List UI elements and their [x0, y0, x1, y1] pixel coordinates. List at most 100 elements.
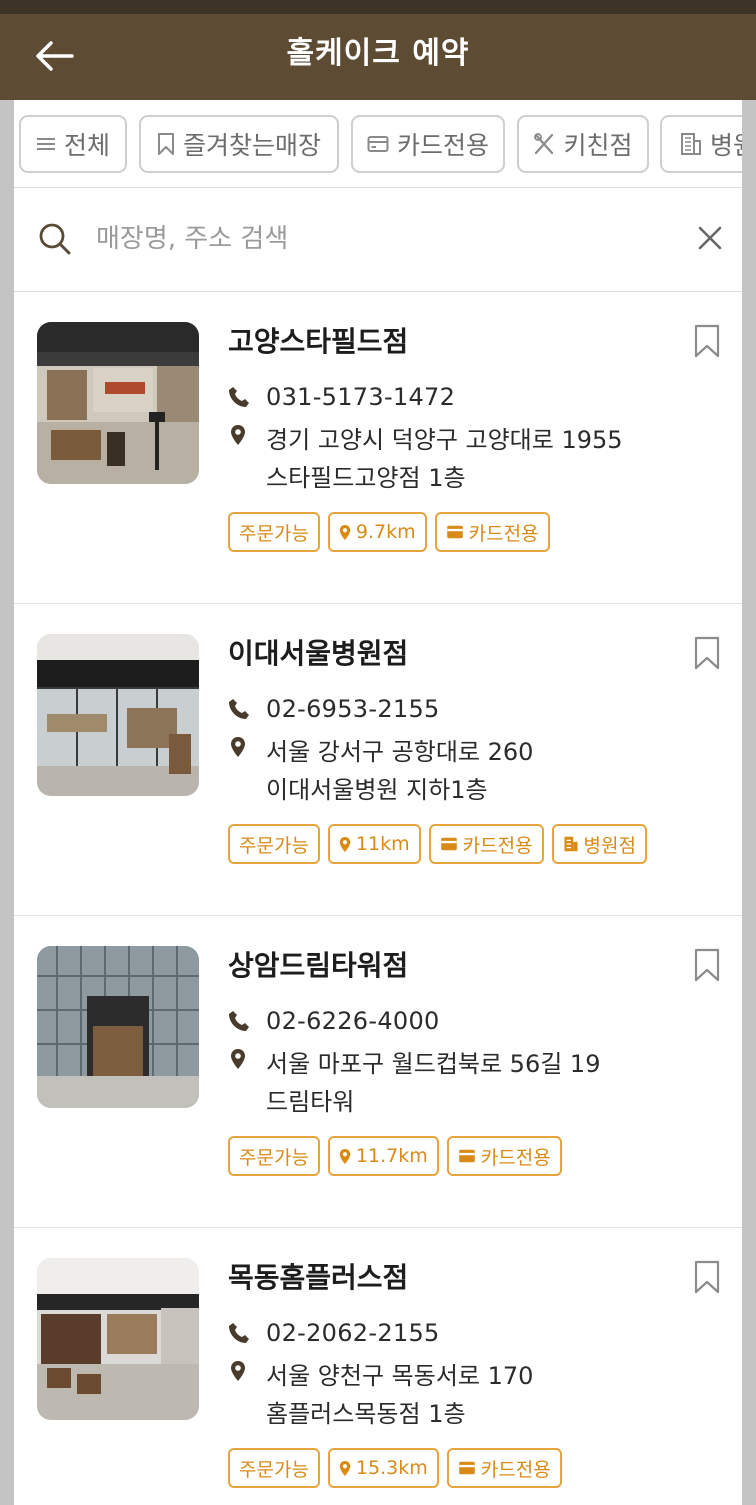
search-input[interactable] — [96, 214, 656, 264]
clear-icon[interactable] — [698, 226, 722, 250]
filter-chip-kitchen[interactable]: 키친점 — [517, 115, 649, 173]
card-icon — [458, 1461, 475, 1475]
store-name: 고양스타필드점 — [228, 325, 409, 358]
screen: 홀케이크 예약 전체 즐겨찾는매장 카드전용 키친점 병 매장명, 주소 검색 … — [0, 0, 756, 1505]
location-pin-icon — [231, 737, 245, 757]
store-address-line1: 서울 강서구 공항대로 260 — [266, 738, 534, 766]
store-list-item[interactable]: 목동홈플러스점 02-2062-2155 서울 양천구 목동서로 170 홈플러… — [14, 1228, 742, 1505]
store-name: 상암드림타워점 — [228, 949, 409, 982]
filter-chip-label: 전체 — [63, 131, 110, 160]
store-photo — [37, 946, 199, 1108]
store-photo — [37, 634, 199, 796]
store-photo — [37, 322, 199, 484]
location-pin-icon — [339, 1148, 351, 1164]
badge-label: 카드전용 — [480, 1146, 551, 1169]
filter-chip-label: 카드전용 — [396, 131, 489, 160]
phone-icon — [228, 386, 266, 408]
order-available-badge: 주문가능 — [228, 824, 320, 864]
order-available-badge: 주문가능 — [228, 1136, 320, 1176]
page-title: 홀케이크 예약 — [286, 36, 470, 71]
store-phone[interactable]: 02-2062-2155 — [266, 1319, 440, 1347]
location-pin-icon — [231, 1049, 245, 1069]
badge-label: 카드전용 — [480, 1458, 551, 1481]
filter-chip-label: 키친점 — [563, 131, 633, 160]
hospital-building-icon — [681, 133, 701, 155]
store-address-line2: 스타필드고양점 1층 — [266, 464, 466, 492]
card-icon — [367, 136, 389, 152]
location-pin-icon — [339, 1460, 351, 1476]
filter-chip-hospital[interactable]: 병원점 — [660, 115, 742, 173]
filter-chip-all[interactable]: 전체 — [19, 115, 127, 173]
store-address-line2: 이대서울병원 지하1층 — [266, 776, 488, 804]
bookmark-icon[interactable] — [694, 948, 720, 982]
store-phone[interactable]: 031-5173-1472 — [266, 383, 455, 411]
store-sheet: 전체 즐겨찾는매장 카드전용 키친점 병 매장명, 주소 검색 고양스타필드점 … — [14, 100, 742, 1505]
bookmark-icon[interactable] — [694, 1260, 720, 1294]
store-photo — [37, 1258, 199, 1420]
hospital-badge: 병원점 — [551, 824, 647, 864]
distance-badge: 15.3km — [327, 1448, 439, 1488]
bookmark-icon — [157, 133, 174, 155]
utensils-icon — [534, 133, 554, 155]
store-list-item[interactable]: 고양스타필드점 031-5173-1472 경기 고양시 덕양구 고양대로 19… — [14, 292, 742, 604]
badge-label: 주문가능 — [239, 834, 309, 857]
phone-row: 031-5173-1472 — [228, 380, 455, 414]
badge-label: 주문가능 — [239, 1146, 309, 1169]
store-name: 목동홈플러스점 — [228, 1261, 409, 1294]
store-name: 이대서울병원점 — [228, 637, 409, 670]
store-phone[interactable]: 02-6953-2155 — [266, 695, 440, 723]
filter-chip-card-only[interactable]: 카드전용 — [351, 115, 505, 173]
badge-label: 카드전용 — [462, 834, 533, 857]
location-pin-icon — [231, 425, 245, 445]
menu-lines-icon — [36, 138, 55, 150]
filter-chip-label: 즐겨찾는매장 — [182, 131, 321, 160]
app-header: 홀케이크 예약 — [0, 14, 756, 100]
phone-row: 02-6953-2155 — [228, 692, 440, 726]
badge-label: 병원점 — [583, 834, 636, 857]
distance-badge: 9.7km — [327, 512, 427, 552]
store-tags: 주문가능 15.3km 카드전용 — [228, 1448, 562, 1488]
search-icon — [39, 223, 71, 255]
filter-chip-bar: 전체 즐겨찾는매장 카드전용 키친점 병 — [14, 100, 742, 188]
order-available-badge: 주문가능 — [228, 512, 320, 552]
phone-row: 02-2062-2155 — [228, 1316, 440, 1350]
store-list-item[interactable]: 상암드림타워점 02-6226-4000 서울 마포구 월드컵북로 56길 19… — [14, 916, 742, 1228]
phone-icon — [228, 1010, 266, 1032]
card-only-badge: 카드전용 — [434, 512, 550, 552]
card-icon — [458, 1149, 475, 1163]
card-only-badge: 카드전용 — [446, 1136, 562, 1176]
store-phone[interactable]: 02-6226-4000 — [266, 1007, 440, 1035]
store-list-item[interactable]: 이대서울병원점 02-6953-2155 서울 강서구 공항대로 260 이대서… — [14, 604, 742, 916]
store-address-line1: 서울 양천구 목동서로 170 — [266, 1362, 534, 1390]
card-icon — [440, 837, 457, 851]
distance-badge: 11.7km — [327, 1136, 439, 1176]
badge-label: 15.3km — [355, 1457, 428, 1479]
store-address-line1: 경기 고양시 덕양구 고양대로 1955 — [266, 426, 623, 454]
phone-icon — [228, 698, 266, 720]
location-pin-icon — [339, 524, 351, 540]
location-pin-icon — [339, 836, 351, 852]
badge-label: 11.7km — [355, 1145, 428, 1167]
badge-label: 11km — [355, 833, 410, 855]
store-tags: 주문가능 9.7km 카드전용 — [228, 512, 550, 552]
phone-icon — [228, 1322, 266, 1344]
phone-row: 02-6226-4000 — [228, 1004, 440, 1038]
badge-label: 카드전용 — [468, 522, 539, 545]
filter-chip-favorites[interactable]: 즐겨찾는매장 — [139, 115, 339, 173]
order-available-badge: 주문가능 — [228, 1448, 320, 1488]
distance-badge: 11km — [327, 824, 421, 864]
card-only-badge: 카드전용 — [446, 1448, 562, 1488]
hospital-building-icon — [564, 836, 578, 852]
store-address-line2: 홈플러스목동점 1층 — [266, 1400, 466, 1428]
bookmark-icon[interactable] — [694, 324, 720, 358]
store-tags: 주문가능 11km 카드전용 병원점 — [228, 824, 647, 864]
search-bar — [14, 188, 742, 292]
store-address-line1: 서울 마포구 월드컵북로 56길 19 — [266, 1050, 601, 1078]
filter-chip-label: 병원점 — [710, 131, 742, 160]
location-pin-icon — [231, 1361, 245, 1381]
badge-label: 주문가능 — [239, 522, 309, 545]
badge-label: 주문가능 — [239, 1458, 309, 1481]
card-only-badge: 카드전용 — [428, 824, 544, 864]
badge-label: 9.7km — [355, 521, 416, 543]
bookmark-icon[interactable] — [694, 636, 720, 670]
